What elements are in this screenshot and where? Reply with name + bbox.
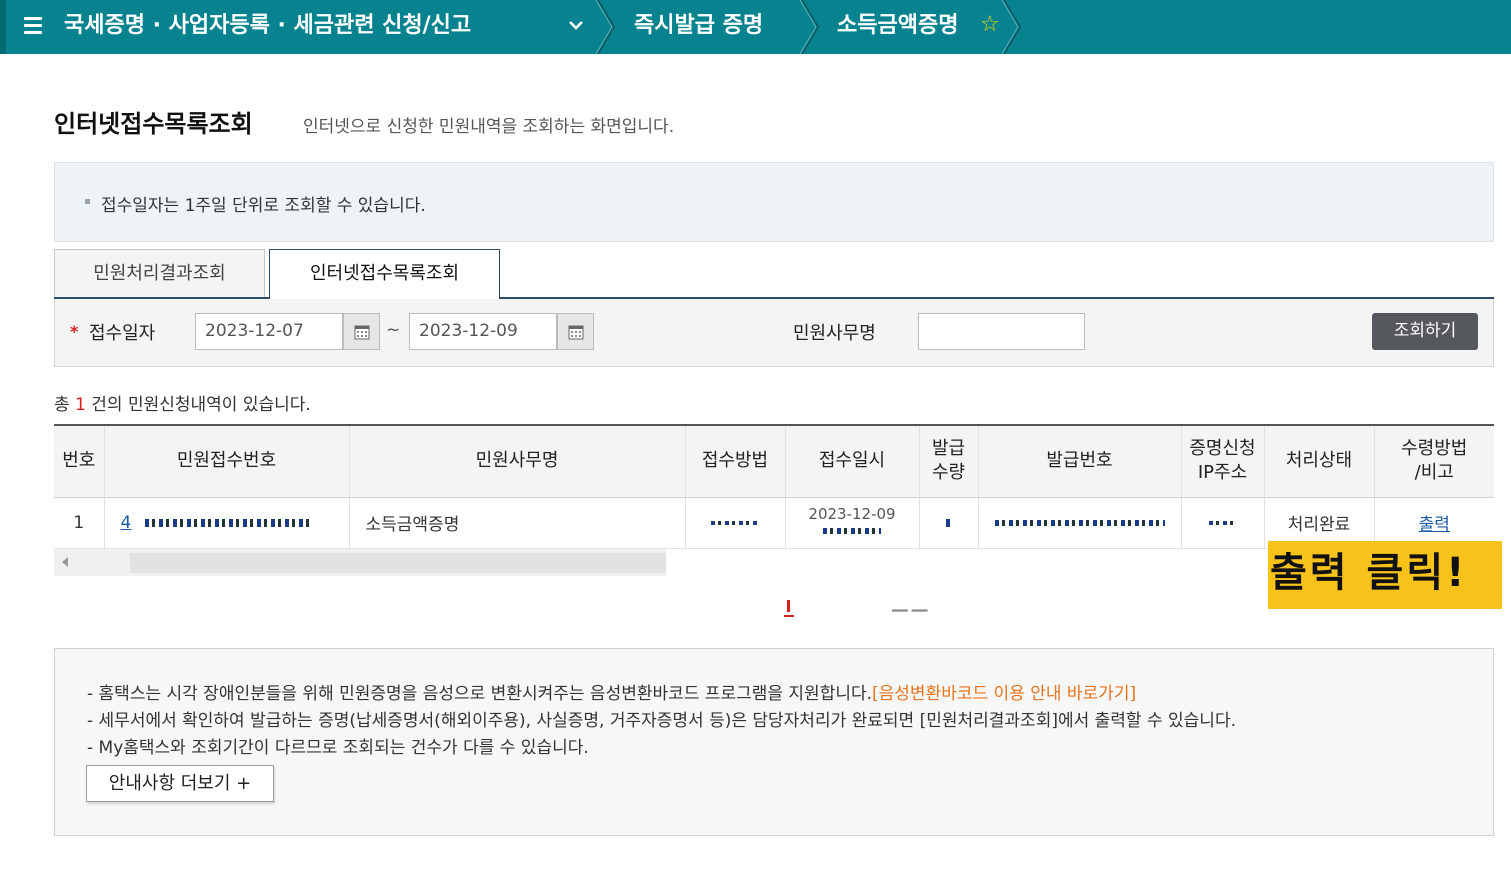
print-link[interactable]: 출력 bbox=[1419, 515, 1450, 535]
bar-left-strip bbox=[0, 0, 6, 54]
result-suffix: 건의 민원신청내역이 있습니다. bbox=[91, 395, 311, 415]
date-from-input[interactable]: 2023-12-07 bbox=[195, 313, 343, 350]
chevron-down-icon[interactable] bbox=[567, 16, 585, 34]
star-outline-icon[interactable]: ☆ bbox=[980, 12, 1000, 38]
row-issue-quantity bbox=[918, 497, 978, 549]
more-info-button[interactable]: 안내사항 더보기 + bbox=[86, 765, 274, 802]
row-issue-number bbox=[977, 497, 1181, 549]
result-count: 총 1 건의 민원신청내역이 있습니다. bbox=[54, 390, 311, 415]
info-box: - 홈택스는 시각 장애인분들을 위해 민원증명을 음성으로 변환시켜주는 음성… bbox=[54, 648, 1494, 836]
info-line-1-text: - 홈택스는 시각 장애인분들을 위해 민원증명을 음성으로 변환시켜주는 음성… bbox=[87, 684, 873, 704]
redacted-quantity bbox=[945, 518, 952, 527]
result-count-number: 1 bbox=[75, 395, 86, 415]
office-name-label: 민원사무명 bbox=[793, 323, 876, 344]
table-header-row: 번호 민원접수번호 민원사무명 접수방법 접수일시 발급 수량 발급번호 증명신… bbox=[54, 424, 1494, 498]
header-issue-quantity: 발급 수량 bbox=[918, 424, 978, 498]
tab-processing-result[interactable]: 민원처리결과조회 bbox=[54, 249, 265, 298]
date-to-input[interactable]: 2023-12-09 bbox=[409, 313, 557, 350]
redacted-time bbox=[823, 528, 881, 534]
header-receive-method: 수령방법 /비고 bbox=[1373, 424, 1494, 498]
header-receipt-date: 접수일시 bbox=[784, 424, 919, 498]
row-receipt-method bbox=[684, 497, 785, 549]
hamburger-menu-icon[interactable] bbox=[24, 17, 42, 35]
header-office-name: 민원사무명 bbox=[348, 424, 685, 498]
receipt-date-text: 2023-12-09 bbox=[808, 504, 896, 523]
header-receipt-number: 민원접수번호 bbox=[103, 424, 349, 498]
row-no: 1 bbox=[54, 497, 104, 549]
receipt-number-link[interactable]: 4 bbox=[121, 513, 132, 533]
breadcrumb-instant-issue[interactable]: 즉시발급 증명 bbox=[634, 0, 763, 54]
page-title: 인터넷접수목록조회 bbox=[54, 110, 253, 138]
top-navigation-bar: 국세증명 · 사업자등록 · 세금관련 신청/신고 즉시발급 증명 소득금액증명… bbox=[0, 0, 1511, 54]
info-line-2: - 세무서에서 확인하여 발급하는 증명(납세증명서(해외이주용), 사실증명,… bbox=[87, 711, 1236, 731]
redacted-issue-number bbox=[994, 519, 1165, 526]
breadcrumb-separator bbox=[1002, 0, 1022, 54]
row-ip-address bbox=[1180, 497, 1264, 549]
office-name-input[interactable] bbox=[918, 313, 1085, 350]
tab-internet-receipt-list[interactable]: 인터넷접수목록조회 bbox=[269, 249, 500, 299]
row-receipt-date: 2023-12-09 bbox=[784, 497, 919, 549]
header-ip-address: 증명신청 IP주소 bbox=[1180, 424, 1264, 498]
breadcrumb-income-certificate[interactable]: 소득금액증명 bbox=[837, 0, 958, 54]
header-issue-number: 발급번호 bbox=[977, 424, 1181, 498]
header-receipt-method: 접수방법 bbox=[684, 424, 785, 498]
search-button[interactable]: 조회하기 bbox=[1372, 313, 1478, 350]
row-office-name: 소득금액증명 bbox=[348, 497, 685, 549]
date-label: 접수일자 bbox=[89, 323, 156, 344]
row-receipt-number[interactable]: 4 bbox=[103, 497, 349, 549]
print-click-callout: 출력 클릭! bbox=[1268, 541, 1502, 609]
header-no: 번호 bbox=[54, 424, 104, 498]
pager-marker bbox=[784, 600, 794, 617]
notice-text: 접수일자는 1주일 단위로 조회할 수 있습니다. bbox=[101, 196, 426, 216]
notice-box: 접수일자는 1주일 단위로 조회할 수 있습니다. bbox=[54, 162, 1494, 242]
page-description: 인터넷으로 신청한 민원내역을 조회하는 화면입니다. bbox=[303, 117, 675, 137]
calendar-icon[interactable] bbox=[343, 313, 380, 350]
receipt-table: 번호 민원접수번호 민원사무명 접수방법 접수일시 발급 수량 발급번호 증명신… bbox=[54, 424, 1494, 549]
scrollbar-thumb[interactable] bbox=[130, 553, 666, 573]
info-line-3: - My홈택스와 조회기간이 다르므로 조회되는 건수가 다를 수 있습니다. bbox=[87, 738, 589, 758]
info-line-1: - 홈택스는 시각 장애인분들을 위해 민원증명을 음성으로 변환시켜주는 음성… bbox=[87, 679, 1136, 704]
result-prefix: 총 bbox=[54, 395, 70, 415]
horizontal-scrollbar[interactable] bbox=[54, 548, 666, 576]
date-range-tilde: ~ bbox=[386, 320, 401, 340]
required-icon: * bbox=[70, 322, 79, 341]
breadcrumb-separator bbox=[596, 0, 616, 54]
calendar-icon[interactable] bbox=[557, 313, 594, 350]
redacted-receipt-number bbox=[144, 518, 311, 527]
header-status: 처리상태 bbox=[1263, 424, 1374, 498]
breadcrumb-category[interactable]: 국세증명 · 사업자등록 · 세금관련 신청/신고 bbox=[64, 0, 471, 54]
redacted-method bbox=[711, 520, 759, 525]
pager-text: ━━ ━━ bbox=[892, 604, 928, 619]
voice-barcode-link[interactable]: [음성변환바코드 이용 안내 바로가기] bbox=[872, 684, 1136, 704]
scroll-left-arrow-icon[interactable] bbox=[62, 557, 68, 567]
breadcrumb-separator bbox=[800, 0, 820, 54]
search-panel: * 접수일자 2023-12-07 ~ 2023-12-09 민원사무명 조회하… bbox=[54, 299, 1494, 367]
redacted-ip bbox=[1208, 520, 1237, 525]
bullet-icon bbox=[85, 199, 90, 204]
